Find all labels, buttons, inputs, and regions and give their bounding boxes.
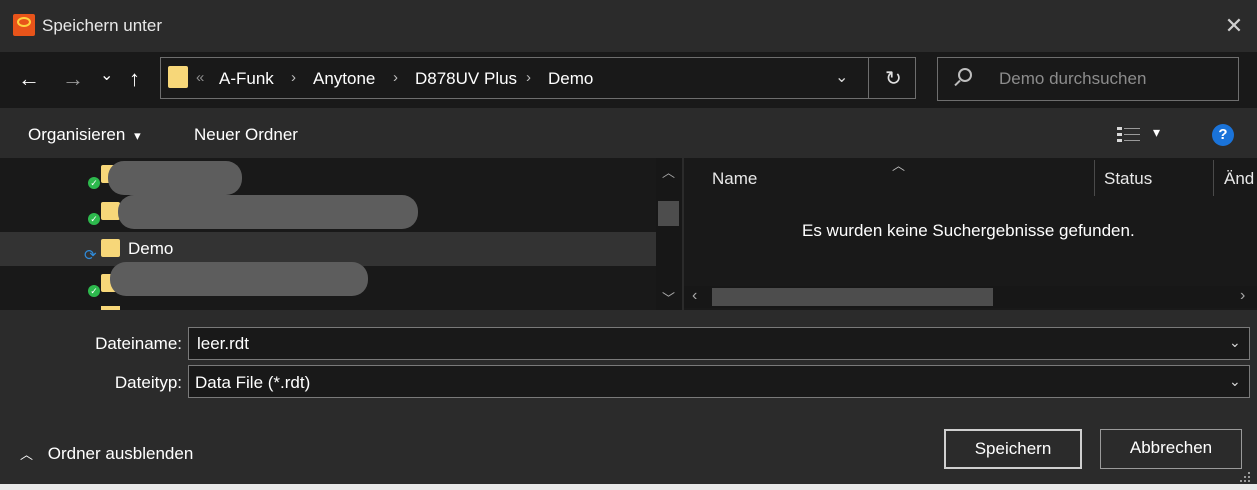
app-icon (13, 14, 35, 36)
background-window-strip (0, 484, 1257, 490)
folder-icon (168, 66, 188, 88)
column-divider[interactable] (1213, 160, 1214, 196)
scroll-left-button[interactable]: ‹ (692, 287, 697, 305)
scrollbar-thumb[interactable] (658, 201, 679, 226)
search-icon (958, 68, 972, 82)
sync-ok-icon: ✓ (88, 285, 100, 297)
breadcrumb-separator[interactable]: › (393, 69, 398, 86)
divider (868, 58, 869, 98)
chevron-down-icon[interactable]: ⌄ (1229, 373, 1241, 390)
chevron-up-icon: ︿ (20, 447, 34, 462)
chevron-down-icon[interactable]: ⌄ (1229, 334, 1241, 351)
filename-label: Dateiname: (95, 334, 182, 353)
breadcrumb-a-funk[interactable]: A-Funk (219, 69, 274, 89)
filetype-select[interactable] (188, 365, 1250, 398)
breadcrumb-separator[interactable]: › (291, 69, 296, 86)
scroll-right-button[interactable]: › (1240, 287, 1245, 305)
breadcrumb-overflow[interactable]: « (196, 69, 204, 86)
breadcrumb-separator[interactable]: › (526, 69, 531, 86)
redacted-folder-name (110, 262, 368, 296)
breadcrumb-demo[interactable]: Demo (548, 69, 593, 89)
organize-button[interactable]: Organisieren ▾ (28, 125, 141, 145)
sync-ok-icon: ✓ (88, 213, 100, 225)
recent-locations-button[interactable]: ⌄ (100, 64, 113, 88)
column-header-modified[interactable]: Änd (1224, 169, 1254, 189)
filetype-label: Dateityp: (114, 373, 182, 392)
scroll-down-button[interactable]: ﹀ (662, 288, 675, 307)
back-button[interactable]: ← (18, 67, 40, 91)
forward-button[interactable]: → (62, 67, 84, 91)
search-placeholder: Demo durchsuchen (999, 69, 1147, 88)
organize-label: Organisieren (28, 125, 126, 144)
tree-item-label: Demo (128, 239, 174, 258)
close-button[interactable]: ✕ (1220, 12, 1248, 40)
redacted-folder-name (118, 195, 418, 229)
empty-message: Es wurden keine Suchergebnisse gefunden. (802, 221, 1135, 240)
save-button[interactable]: Speichern (944, 429, 1082, 469)
breadcrumb-anytone[interactable]: Anytone (313, 69, 375, 89)
folder-icon (101, 239, 120, 257)
view-options-icon[interactable] (1117, 126, 1141, 144)
filetype-value: Data File (*.rdt) (195, 373, 311, 392)
sort-ascending-icon: ︿ (892, 158, 906, 173)
refresh-icon[interactable]: ↻ (885, 66, 902, 91)
up-button[interactable]: ↑ (129, 67, 140, 91)
hide-folders-label: Ordner ausblenden (47, 444, 194, 463)
window-title: Speichern unter (42, 16, 163, 35)
breadcrumb-d878uv-plus[interactable]: D878UV Plus (415, 69, 517, 89)
sync-ok-icon: ✓ (88, 177, 100, 189)
toolbar (0, 108, 1257, 158)
column-header-status[interactable]: Status (1104, 169, 1152, 189)
scrollbar-thumb[interactable] (712, 288, 993, 306)
chevron-down-icon: ▾ (134, 128, 141, 143)
cancel-button[interactable]: Abbrechen (1100, 429, 1242, 469)
scroll-up-button[interactable]: ︿ (662, 162, 675, 181)
title-bar (0, 0, 1257, 52)
resize-grip-icon[interactable] (1238, 470, 1252, 484)
column-divider[interactable] (1094, 160, 1095, 196)
chevron-down-icon[interactable]: ⌄ (835, 67, 848, 87)
redacted-folder-name (108, 161, 242, 195)
tree-item-demo[interactable] (0, 232, 656, 266)
hide-folders-button[interactable]: ︿ Ordner ausblenden (20, 444, 193, 464)
sync-icon: ⟳ (84, 247, 97, 264)
column-header-name[interactable]: Name (712, 169, 757, 189)
help-button[interactable]: ? (1212, 124, 1234, 146)
filename-value: leer.rdt (197, 334, 249, 353)
new-folder-button[interactable]: Neuer Ordner (194, 125, 298, 145)
chevron-down-icon[interactable]: ▾ (1153, 124, 1160, 141)
filename-field[interactable] (188, 327, 1250, 360)
